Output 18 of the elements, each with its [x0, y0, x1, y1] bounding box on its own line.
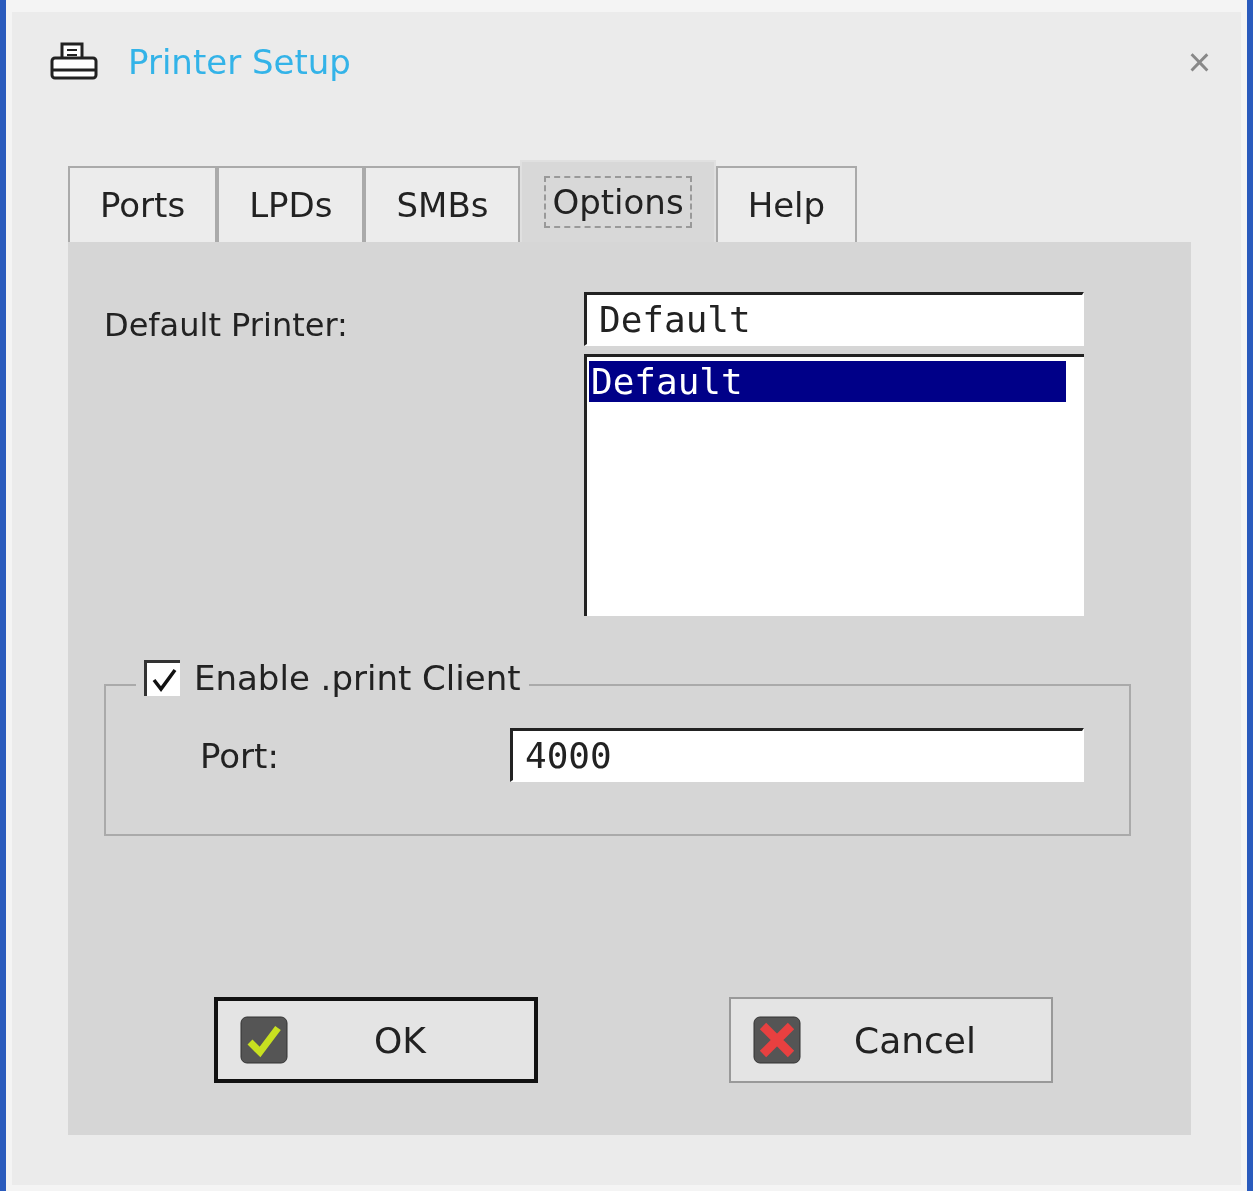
- x-icon: [753, 1016, 801, 1064]
- field-label: Default Printer:: [104, 305, 349, 346]
- input-field[interactable]: 4000: [510, 728, 1084, 782]
- ok-button[interactable]: OK: [214, 997, 538, 1083]
- tab[interactable]: LPDs: [217, 166, 365, 242]
- check-icon: [240, 1016, 288, 1064]
- cancel-button[interactable]: Cancel: [729, 997, 1053, 1083]
- window-title: Printer Setup: [128, 42, 352, 82]
- tab[interactable]: Ports: [68, 166, 218, 242]
- checkbox-label: Enable .print Client: [194, 658, 521, 698]
- input-field[interactable]: Default: [584, 292, 1084, 346]
- field-label: Port:: [200, 735, 280, 778]
- tab[interactable]: Options: [520, 160, 716, 242]
- printer-icon: [50, 42, 98, 82]
- tab[interactable]: Help: [715, 166, 858, 242]
- list-item[interactable]: Default: [589, 361, 1066, 402]
- tab[interactable]: SMBs: [364, 166, 521, 242]
- checkbox[interactable]: [144, 660, 180, 696]
